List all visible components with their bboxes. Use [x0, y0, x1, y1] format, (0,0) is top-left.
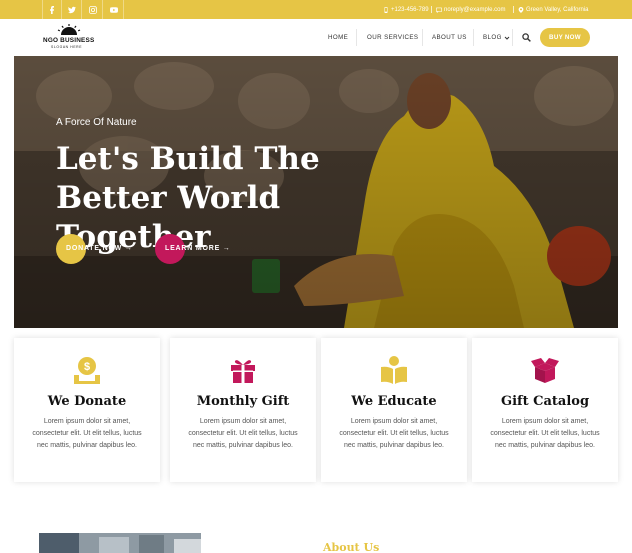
open-box-icon [531, 358, 559, 383]
feature-card-donate: $ We Donate Lorem ipsum dolor sit amet, … [14, 338, 160, 482]
about-photo [39, 533, 201, 553]
sunrise-logo-icon [57, 24, 81, 35]
buy-now-button[interactable]: BUY NOW [540, 28, 590, 47]
feature-title: We Donate [47, 394, 127, 409]
nav-divider [473, 29, 474, 46]
feature-card-educate: We Educate Lorem ipsum dolor sit amet, c… [321, 338, 467, 482]
feature-title: Gift Catalog [500, 394, 590, 409]
feature-card-monthly-gift: Monthly Gift Lorem ipsum dolor sit amet,… [170, 338, 316, 482]
donate-now-label[interactable]: DONATE NOW → [66, 245, 133, 252]
feature-card-gift-catalog: Gift Catalog Lorem ipsum dolor sit amet,… [472, 338, 618, 482]
feature-title: We Educate [351, 394, 437, 409]
site-header: NGO BUSINESS SLOGAN HERE HOME OUR SERVIC… [0, 19, 632, 56]
map-pin-icon [518, 6, 524, 13]
logo-slogan: SLOGAN HERE [51, 45, 83, 49]
email-text: noreply@example.com [444, 6, 506, 13]
youtube-icon[interactable] [104, 0, 124, 19]
top-bar: +123-456-789 noreply@example.com Green V… [0, 0, 632, 19]
nav-blog-label: BLOG [483, 34, 502, 41]
feature-title: Monthly Gift [196, 394, 290, 409]
instagram-icon[interactable] [83, 0, 103, 19]
chat-icon [436, 7, 442, 13]
about-photo-street [39, 533, 201, 553]
nav-divider [512, 29, 513, 46]
donate-coin-icon: $ [74, 357, 100, 384]
about-title: About Us [323, 541, 380, 553]
facebook-icon[interactable] [42, 0, 62, 19]
feature-text: Lorem ipsum dolor sit amet, consectetur … [339, 418, 449, 449]
hero-kicker: A Force Of Nature [56, 117, 137, 128]
nav-blog[interactable]: BLOG [483, 19, 510, 56]
twitter-icon[interactable] [62, 0, 82, 19]
phone-text: +123-456-789 [391, 6, 429, 13]
divider [513, 6, 514, 13]
mobile-phone-icon [384, 6, 388, 13]
search-icon[interactable] [522, 33, 531, 42]
nav-our-services[interactable]: OUR SERVICES [367, 19, 418, 56]
gift-icon [231, 360, 255, 383]
feature-text: Lorem ipsum dolor sit amet, consectetur … [188, 418, 298, 449]
nav-divider [422, 29, 423, 46]
phone-contact[interactable]: +123-456-789 [383, 0, 429, 19]
location-contact: Green Valley, California [518, 0, 588, 19]
learn-more-label[interactable]: LEARN MORE → [165, 245, 231, 252]
site-logo[interactable]: NGO BUSINESS SLOGAN HERE [43, 24, 95, 52]
nav-about-us[interactable]: ABOUT US [432, 19, 467, 56]
chevron-down-icon [504, 36, 510, 40]
nav-divider [356, 29, 357, 46]
feature-text: Lorem ipsum dolor sit amet, consectetur … [490, 418, 600, 449]
logo-name: NGO BUSINESS [43, 37, 95, 44]
feature-text: Lorem ipsum dolor sit amet, consectetur … [32, 418, 142, 449]
location-text: Green Valley, California [526, 6, 589, 13]
hero-title: Let's Build The Better World Together [56, 141, 320, 255]
email-contact[interactable]: noreply@example.com [436, 0, 505, 19]
hero-banner: A Force Of Nature Let's Build The Better… [14, 56, 618, 328]
education-icon [381, 356, 407, 384]
divider [431, 6, 432, 13]
svg-text:$: $ [84, 361, 90, 373]
nav-home[interactable]: HOME [328, 19, 348, 56]
